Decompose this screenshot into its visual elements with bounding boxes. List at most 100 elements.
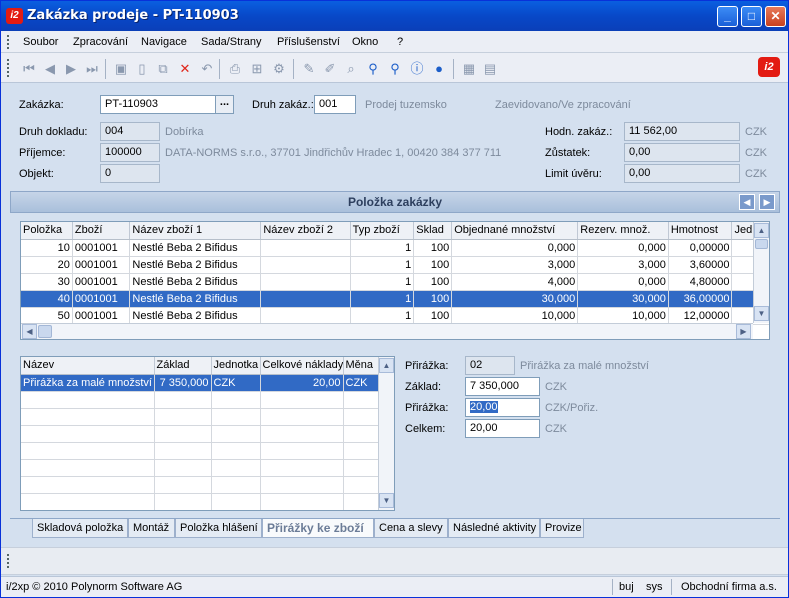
table-cell[interactable]: 0001001	[72, 273, 131, 291]
table-cell[interactable]: 50	[21, 307, 73, 325]
maximize-button[interactable]: □	[741, 6, 762, 27]
table-cell[interactable]: 3,000	[451, 256, 579, 274]
table-cell[interactable]: 100	[413, 290, 453, 308]
menu-help[interactable]: ?	[397, 36, 403, 48]
lookup-button[interactable]: ...	[215, 96, 233, 113]
items-horizontal-scrollbar[interactable]: ◀ ▶	[21, 323, 753, 339]
table-cell[interactable]: 0,000	[451, 239, 579, 257]
table-cell[interactable]	[260, 239, 351, 257]
delete-icon[interactable]: ✕	[177, 61, 193, 77]
prev-record-icon[interactable]: ◀	[42, 61, 58, 77]
table-cell[interactable]: CZK	[211, 374, 261, 392]
items-column-header[interactable]: Hmotnost	[668, 222, 733, 240]
first-record-icon[interactable]: ⏮	[21, 61, 37, 77]
table-cell[interactable]: 12,00000	[668, 307, 733, 325]
scroll-up-icon[interactable]: ▲	[379, 358, 394, 373]
scroll-right-icon[interactable]: ▶	[736, 324, 751, 339]
scroll-down-icon[interactable]: ▼	[379, 493, 394, 508]
table-cell[interactable]: 7 350,000	[154, 374, 212, 392]
zakazka-field[interactable]: PT-110903 ...	[100, 95, 234, 114]
table-cell[interactable]: Nestlé Beba 2 Bifidus	[129, 307, 262, 325]
next-section-button[interactable]: ▶	[759, 194, 775, 210]
table-cell[interactable]: 1	[350, 290, 415, 308]
celkem-field[interactable]: 20,00	[465, 419, 540, 438]
table-cell[interactable]: Nestlé Beba 2 Bifidus	[129, 256, 262, 274]
items-column-header[interactable]: Zboží	[72, 222, 131, 240]
tab-provize[interactable]: Provize	[540, 519, 584, 538]
table-cell[interactable]: 0,000	[577, 273, 669, 291]
info-icon[interactable]: ⓘ	[409, 61, 425, 77]
table-cell[interactable]: 1	[350, 307, 415, 325]
menu-sada-strany[interactable]: Sada/Strany	[201, 36, 262, 48]
surcharge-vertical-scrollbar[interactable]: ▲ ▼	[378, 357, 394, 510]
table-cell[interactable]: 4,80000	[668, 273, 733, 291]
title-bar[interactable]: i2 Zakázka prodeje - PT-110903 _ □ ✕	[1, 1, 788, 31]
table-cell[interactable]: 20	[21, 256, 73, 274]
user-info-icon[interactable]: ●	[431, 61, 447, 77]
find-icon[interactable]: ⌕	[343, 61, 359, 77]
hodn-zakaz-field[interactable]: 11 562,00	[624, 122, 740, 141]
limit-field[interactable]: 0,00	[624, 164, 740, 183]
table-cell[interactable]: 1	[350, 256, 415, 274]
table-row[interactable]: 10 0001001 Nestlé Beba 2 Bifidus 1 100 0,000 0…	[21, 239, 769, 257]
surcharge-column-header[interactable]: Název	[21, 357, 155, 375]
table-cell[interactable]: Nestlé Beba 2 Bifidus	[129, 239, 262, 257]
close-button[interactable]: ✕	[765, 6, 786, 27]
table-cell[interactable]: 10,000	[577, 307, 669, 325]
table-row[interactable]: Přirážka za malé množství 7 350,000 CZK 20,…	[21, 374, 380, 392]
table-cell[interactable]: 30	[21, 273, 73, 291]
hscroll-thumb[interactable]	[38, 325, 52, 338]
items-vertical-scrollbar[interactable]: ▲ ▼	[753, 222, 769, 323]
search-icon[interactable]: ⚲	[365, 61, 381, 77]
table-cell[interactable]: Nestlé Beba 2 Bifidus	[129, 290, 262, 308]
table-row[interactable]: 40 0001001 Nestlé Beba 2 Bifidus 1 100 30,000…	[21, 290, 769, 308]
scroll-down-icon[interactable]: ▼	[754, 306, 769, 321]
table-cell[interactable]: Nestlé Beba 2 Bifidus	[129, 273, 262, 291]
items-column-header[interactable]: Položka	[21, 222, 73, 240]
table-cell[interactable]: 10	[21, 239, 73, 257]
surcharge-grid[interactable]: Název Základ Jednotka Celkové náklady Měna P…	[20, 356, 395, 511]
new-document-icon[interactable]: ▯	[134, 61, 150, 77]
last-record-icon[interactable]: ⏭	[84, 61, 100, 77]
table-cell[interactable]: Přirážka za malé množství	[21, 374, 155, 392]
report-icon[interactable]: ▤	[482, 61, 498, 77]
prev-section-button[interactable]: ◀	[739, 194, 755, 210]
settings-icon[interactable]: ⚙	[271, 61, 287, 77]
surcharge-column-header[interactable]: Základ	[154, 357, 212, 375]
tab-cena-a-slevy[interactable]: Cena a slevy	[374, 519, 448, 538]
menu-okno[interactable]: Okno	[352, 36, 378, 48]
table-cell[interactable]: 10,000	[451, 307, 579, 325]
menu-navigace[interactable]: Navigace	[141, 36, 187, 48]
menu-zpracovani[interactable]: Zpracování	[73, 36, 128, 48]
tab-nasledne-aktivity[interactable]: Následné aktivity	[448, 519, 540, 538]
prirazka-value-field[interactable]: 20,00	[465, 398, 540, 417]
table-cell[interactable]: 100	[413, 239, 453, 257]
table-row[interactable]: 50 0001001 Nestlé Beba 2 Bifidus 1 100 10,000…	[21, 307, 769, 325]
zoom-icon[interactable]: ⚲	[387, 61, 403, 77]
table-cell[interactable]: 3,000	[577, 256, 669, 274]
items-column-header[interactable]: Název zboží 2	[260, 222, 351, 240]
table-cell[interactable]: 1	[350, 239, 415, 257]
items-column-header[interactable]: Sklad	[413, 222, 453, 240]
items-column-header[interactable]: Název zboží 1	[129, 222, 262, 240]
surcharge-column-header[interactable]: Měna	[343, 357, 380, 375]
table-cell[interactable]: 1	[350, 273, 415, 291]
table-row[interactable]: 20 0001001 Nestlé Beba 2 Bifidus 1 100 3,000 3…	[21, 256, 769, 274]
prijemce-field[interactable]: 100000	[100, 143, 160, 162]
surcharge-column-header[interactable]: Celkové náklady	[260, 357, 344, 375]
scroll-up-icon[interactable]: ▲	[754, 223, 769, 238]
tab-skladova-polozka[interactable]: Skladová položka	[32, 519, 128, 538]
tab-prirazky-ke-zbozi[interactable]: Přirážky ke zboží	[262, 519, 374, 538]
druh-zakaz-field[interactable]: 001	[314, 95, 356, 114]
items-column-header[interactable]: Rezerv. množ.	[577, 222, 669, 240]
table-cell[interactable]: 0001001	[72, 256, 131, 274]
table-cell[interactable]: 40	[21, 290, 73, 308]
table-cell[interactable]: 3,60000	[668, 256, 733, 274]
table-cell[interactable]: 100	[413, 256, 453, 274]
zaklad-field[interactable]: 7 350,000	[465, 377, 540, 396]
minimize-button[interactable]: _	[717, 6, 738, 27]
table-cell[interactable]: 30,000	[451, 290, 579, 308]
tab-montaz[interactable]: Montáž	[128, 519, 175, 538]
print-icon[interactable]: ⎙	[227, 61, 243, 77]
copy-icon[interactable]: ⧉	[155, 61, 171, 77]
